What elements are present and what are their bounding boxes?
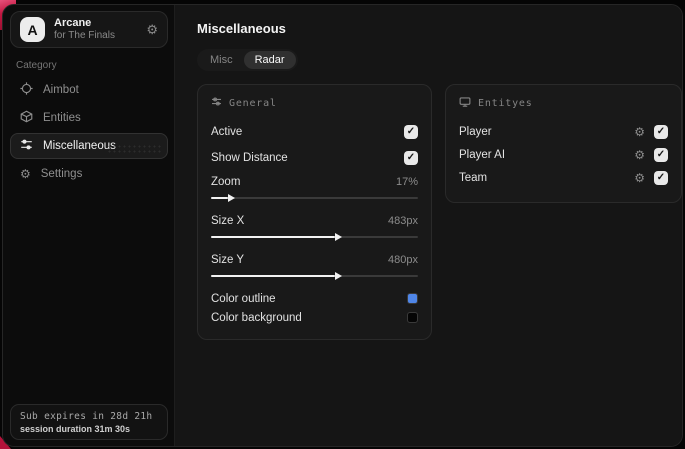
setting-row-active: Active ✓: [211, 120, 418, 143]
session-duration-text: session duration 31m 30s: [20, 423, 131, 434]
setting-row-size-x: Size X 483px: [211, 211, 418, 242]
size-x-value: 483px: [388, 215, 418, 227]
color-background-swatch[interactable]: [407, 312, 418, 323]
sliders-icon: [20, 138, 33, 154]
color-outline-swatch[interactable]: [407, 293, 418, 304]
player-settings-gear-icon[interactable]: ⚙: [634, 126, 645, 138]
size-y-slider[interactable]: [211, 271, 418, 281]
desktop-background: A Arcane for The Finals ⚙ Category Aimbo…: [0, 0, 685, 449]
entities-panel: Entityes Player ⚙ ✓ Player AI ⚙ ✓ Team ⚙…: [445, 84, 682, 203]
team-settings-gear-icon[interactable]: ⚙: [634, 172, 645, 184]
sidebar-item-entities[interactable]: Entities: [10, 105, 168, 131]
sidebar: A Arcane for The Finals ⚙ Category Aimbo…: [3, 5, 175, 446]
setting-row-zoom: Zoom 17%: [211, 172, 418, 203]
panel-title: General: [229, 97, 277, 109]
sidebar-item-label: Aimbot: [43, 84, 79, 96]
size-x-slider-thumb[interactable]: [211, 236, 336, 238]
size-y-slider-thumb[interactable]: [211, 275, 336, 277]
sidebar-item-settings[interactable]: ⚙ Settings: [10, 161, 168, 187]
sidebar-item-label: Miscellaneous: [43, 140, 116, 152]
setting-row-color-background: Color background: [211, 308, 418, 327]
sub-expiry-text: Sub expires in 28d 21h: [20, 410, 153, 422]
setting-row-size-y: Size Y 480px: [211, 250, 418, 281]
sliders-icon: [211, 96, 222, 110]
panel-title: Entityes: [478, 98, 533, 109]
category-label: Category: [16, 60, 57, 71]
brand-title: Arcane: [54, 17, 92, 30]
monitor-icon: [459, 96, 471, 111]
player-checkbox[interactable]: ✓: [654, 124, 668, 139]
sidebar-nav: Aimbot Entities Miscellaneous ⚙ Settings: [10, 77, 168, 189]
main-content: Miscellaneous Misc Radar General Active …: [175, 5, 682, 446]
setting-row-show-distance: Show Distance ✓: [211, 146, 418, 169]
brand-settings-icon[interactable]: ⚙: [146, 22, 158, 38]
player-ai-checkbox[interactable]: ✓: [654, 147, 668, 162]
sidebar-item-label: Settings: [40, 168, 83, 180]
active-checkbox[interactable]: ✓: [404, 124, 418, 139]
zoom-value: 17%: [395, 176, 418, 188]
tab-misc[interactable]: Misc: [199, 51, 244, 69]
brand-card: A Arcane for The Finals ⚙: [10, 11, 168, 48]
sidebar-item-label: Entities: [43, 112, 81, 124]
sidebar-item-aimbot[interactable]: Aimbot: [10, 77, 168, 103]
app-window: A Arcane for The Finals ⚙ Category Aimbo…: [2, 4, 683, 447]
tab-radar[interactable]: Radar: [243, 51, 296, 69]
brand-subtitle: for The Finals: [54, 30, 115, 42]
size-x-slider[interactable]: [211, 232, 418, 242]
sidebar-item-miscellaneous[interactable]: Miscellaneous: [10, 133, 168, 159]
gear-icon: ⚙: [20, 167, 31, 181]
zoom-slider-thumb[interactable]: [211, 197, 228, 199]
app-logo: A: [20, 17, 45, 42]
show-distance-checkbox[interactable]: ✓: [404, 150, 418, 165]
entity-row-player: Player ⚙ ✓: [459, 121, 668, 142]
panels-row: General Active ✓ Show Distance ✓ Zoom 17…: [197, 84, 682, 340]
entity-row-team: Team ⚙ ✓: [459, 167, 668, 188]
size-y-value: 480px: [388, 254, 418, 266]
team-checkbox[interactable]: ✓: [654, 170, 668, 185]
zoom-slider[interactable]: [211, 193, 418, 203]
player-ai-settings-gear-icon[interactable]: ⚙: [634, 149, 645, 161]
tab-bar: Misc Radar: [197, 49, 298, 71]
crosshair-icon: [20, 82, 33, 98]
page-title: Miscellaneous: [197, 21, 286, 36]
cube-icon: [20, 110, 33, 126]
subscription-card: Sub expires in 28d 21h session duration …: [10, 404, 168, 440]
general-panel: General Active ✓ Show Distance ✓ Zoom 17…: [197, 84, 432, 340]
setting-row-color-outline: Color outline: [211, 289, 418, 308]
entity-row-player-ai: Player AI ⚙ ✓: [459, 144, 668, 165]
